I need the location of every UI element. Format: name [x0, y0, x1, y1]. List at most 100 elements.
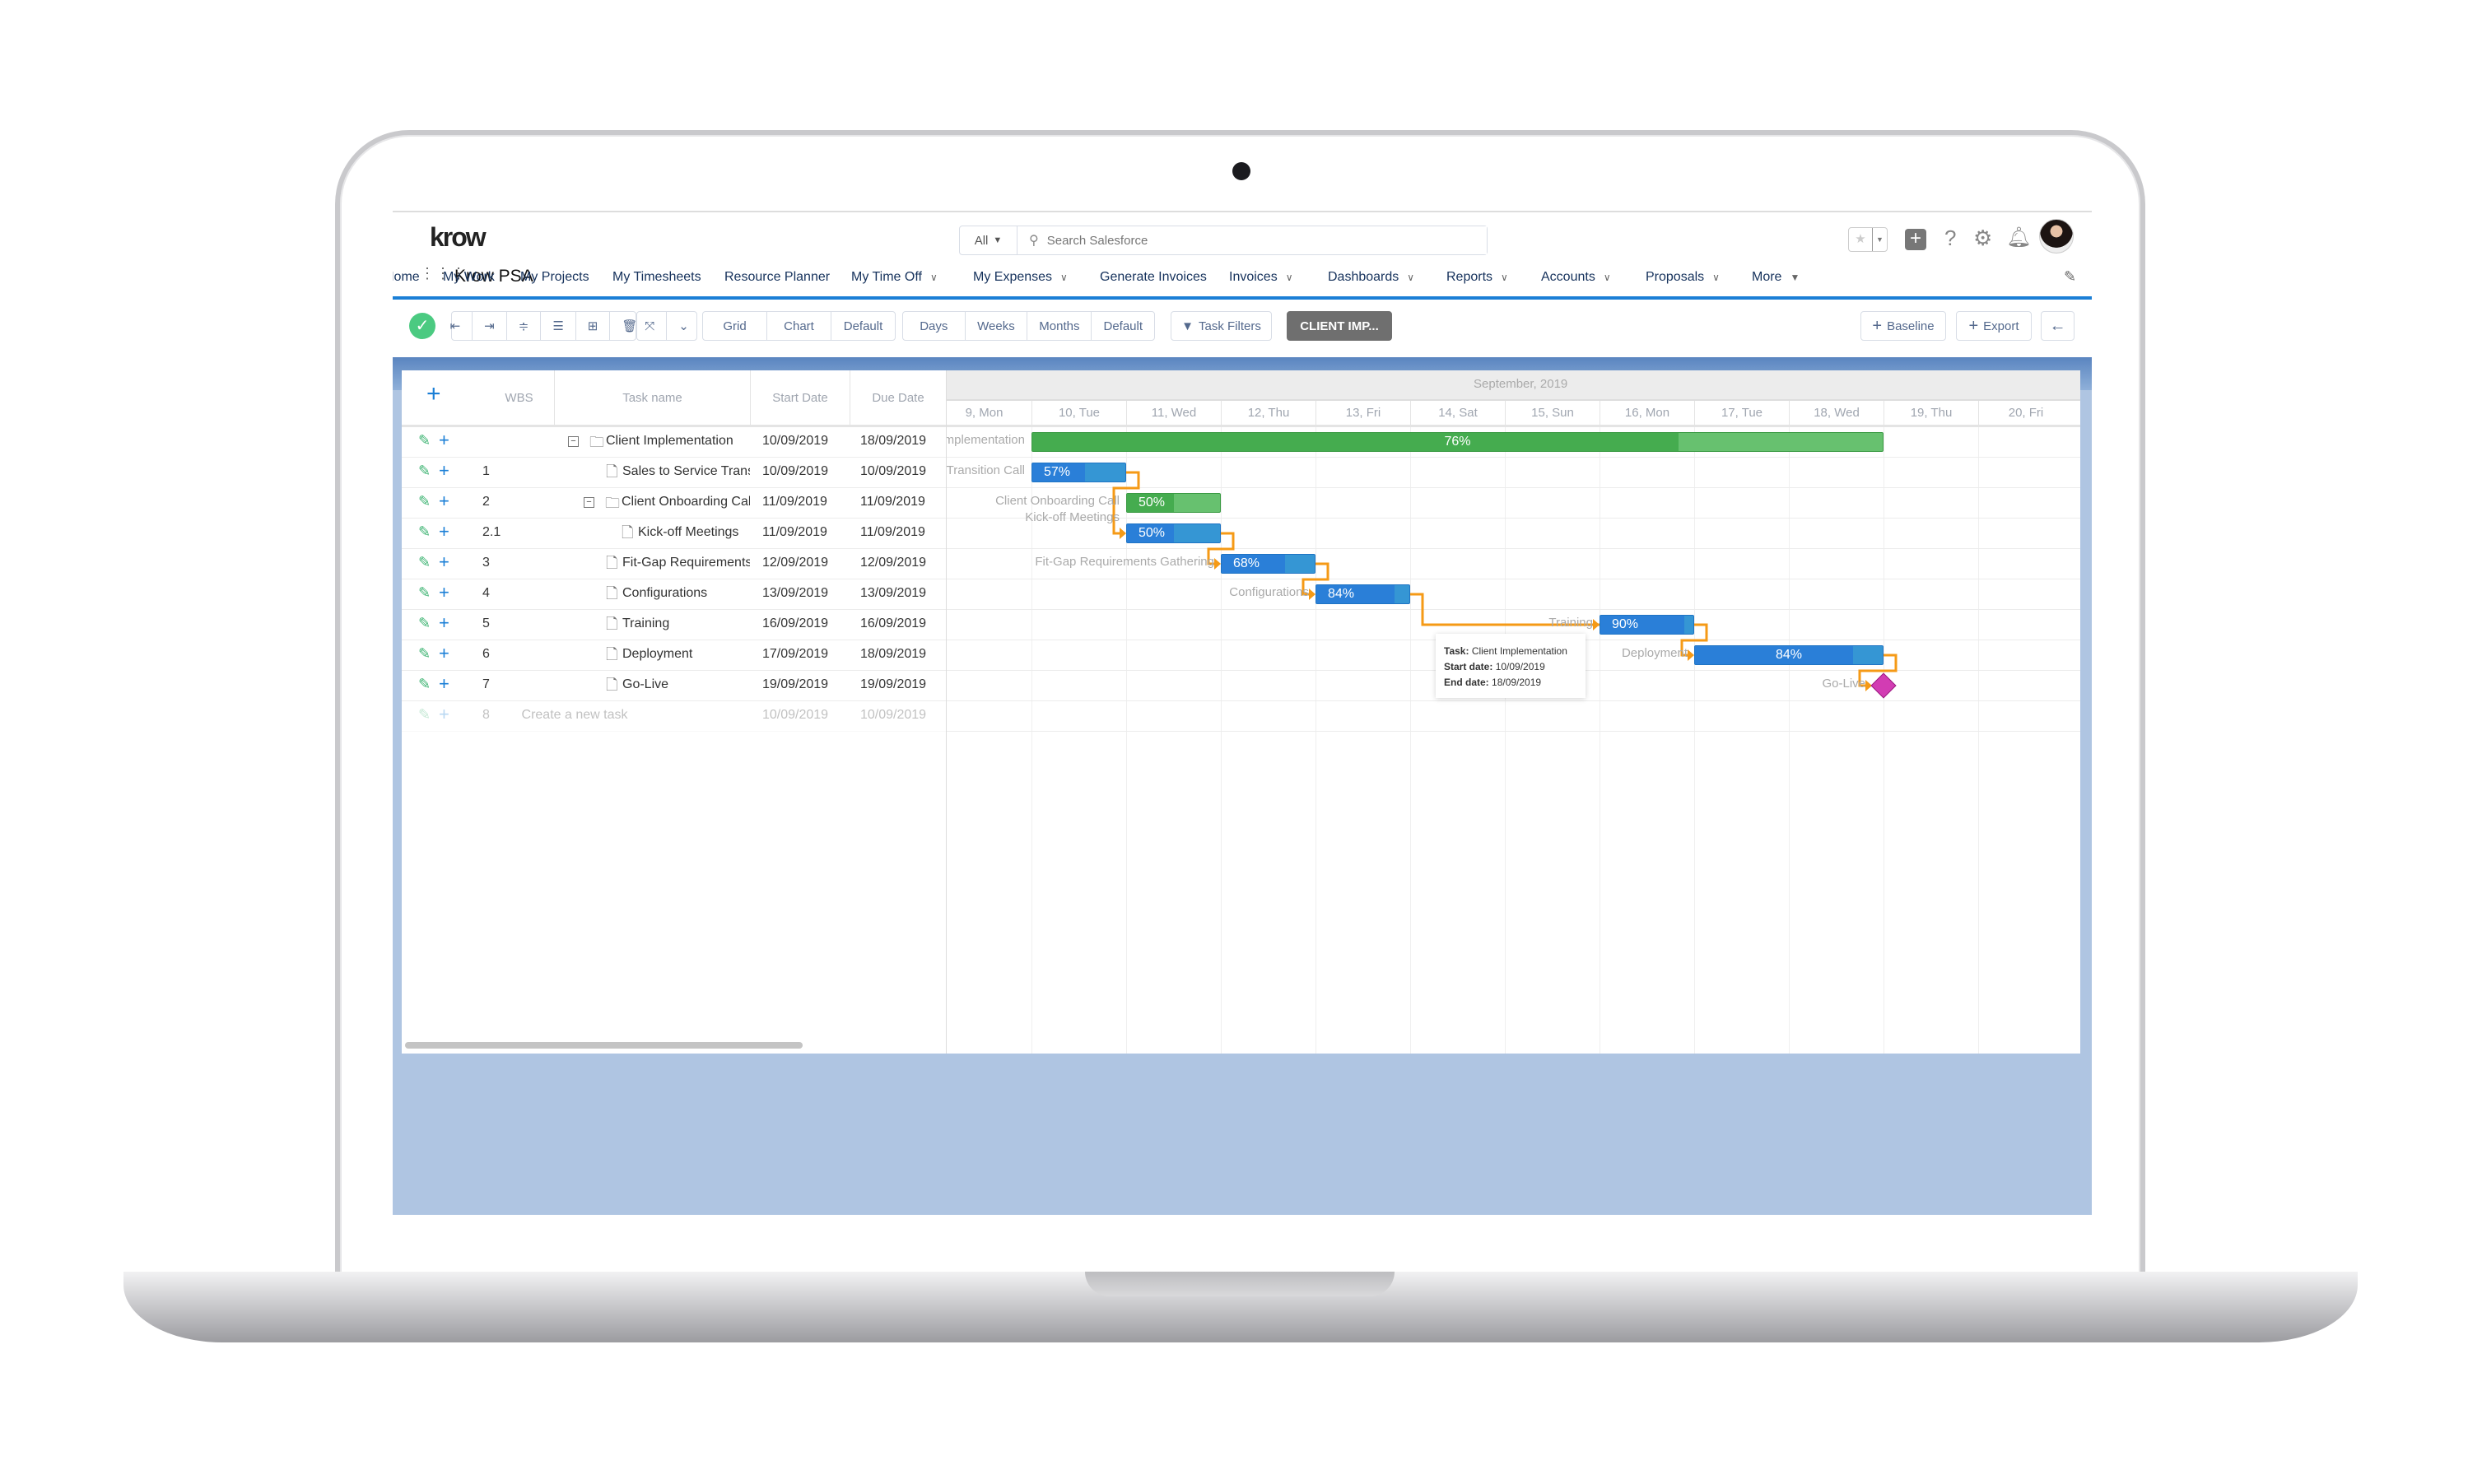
- edit-task-icon[interactable]: ✎: [418, 615, 431, 632]
- back-arrow-icon[interactable]: ←: [2041, 311, 2075, 341]
- nav-item-my-projects[interactable]: My Projects: [520, 270, 589, 285]
- due-date-cell[interactable]: 12/09/2019: [860, 556, 926, 570]
- nav-item-my-time-off[interactable]: My Time Off ∨: [851, 270, 938, 285]
- nav-item-invoices[interactable]: Invoices ∨: [1229, 270, 1293, 285]
- edit-task-icon[interactable]: ✎: [418, 584, 431, 602]
- view-grid-button[interactable]: Grid: [703, 312, 767, 340]
- nav-item-accounts[interactable]: Accounts ∨: [1541, 270, 1611, 285]
- grid-horizontal-scrollbar[interactable]: [405, 1042, 803, 1049]
- start-date-header[interactable]: Start Date: [750, 370, 850, 425]
- nav-item-reports[interactable]: Reports ∨: [1446, 270, 1508, 285]
- edit-task-icon[interactable]: ✎: [418, 493, 431, 510]
- due-date-cell[interactable]: 19/09/2019: [860, 677, 926, 692]
- start-date-cell[interactable]: 17/09/2019: [762, 647, 828, 662]
- table-row[interactable]: ✎ + − 🗀 Client Implementation 10/09/2019 18/09…: [402, 427, 946, 458]
- due-date-cell[interactable]: 11/09/2019: [860, 495, 925, 509]
- bell-icon[interactable]: 🔔︎: [2006, 226, 2031, 249]
- avatar[interactable]: [2039, 219, 2074, 254]
- task-name-cell[interactable]: Fit-Gap Requirements: [622, 556, 750, 570]
- project-selector-button[interactable]: CLIENT IMP...: [1287, 311, 1392, 341]
- baseline-button[interactable]: + Baseline: [1860, 311, 1946, 341]
- table-row[interactable]: ✎ +3 🗋 Fit-Gap Requirements 12/09/2019 12/09/…: [402, 549, 946, 579]
- nav-item-resource-planner[interactable]: Resource Planner: [724, 270, 830, 285]
- add-subtask-icon[interactable]: +: [439, 643, 449, 664]
- task-bar[interactable]: 76%: [1031, 432, 1884, 452]
- collapse-all-icon[interactable]: ⌄: [667, 312, 701, 340]
- start-date-cell[interactable]: 10/09/2019: [762, 434, 828, 449]
- search-input[interactable]: [1046, 226, 1487, 254]
- table-row[interactable]: ✎ +1 🗋 Sales to Service Transition Call 10/0…: [402, 458, 946, 488]
- tree-icon[interactable]: ⊞: [576, 312, 611, 340]
- add-subtask-icon[interactable]: +: [439, 460, 449, 481]
- table-row[interactable]: ✎ +7 🗋 Go-Live 19/09/2019 19/09/2019: [402, 671, 946, 701]
- nav-item-my-expenses[interactable]: My Expenses ∨: [973, 270, 1068, 285]
- task-name-header[interactable]: Task name: [554, 370, 750, 425]
- start-date-cell[interactable]: 10/09/2019: [762, 708, 828, 723]
- edit-task-icon[interactable]: ✎: [418, 706, 431, 723]
- indent-icon[interactable]: ⇥: [473, 312, 507, 340]
- nav-item-dashboards[interactable]: Dashboards ∨: [1328, 270, 1414, 285]
- table-row[interactable]: ✎ +8 Create a new task 10/09/2019 10/09/2019: [402, 701, 946, 732]
- task-bar[interactable]: 57%: [1031, 463, 1126, 482]
- edit-task-icon[interactable]: ✎: [418, 463, 431, 480]
- task-bar[interactable]: 68%: [1221, 554, 1315, 574]
- add-subtask-icon[interactable]: +: [439, 704, 449, 725]
- due-date-cell[interactable]: 10/09/2019: [860, 708, 926, 723]
- table-row[interactable]: ✎ +2.1 🗋 Kick-off Meetings 11/09/2019 11/09/2…: [402, 519, 946, 549]
- scale-weeks-button[interactable]: Weeks: [966, 312, 1028, 340]
- edit-task-icon[interactable]: ✎: [418, 432, 431, 449]
- view-chart-button[interactable]: Chart: [767, 312, 831, 340]
- nav-item-home[interactable]: Home: [393, 270, 420, 285]
- view-default-button[interactable]: Default: [831, 312, 895, 340]
- table-row[interactable]: ✎ +4 🗋 Configurations 13/09/2019 13/09/2019: [402, 579, 946, 610]
- start-date-cell[interactable]: 19/09/2019: [762, 677, 828, 692]
- due-date-cell[interactable]: 18/09/2019: [860, 434, 926, 449]
- table-row[interactable]: ✎ +5 🗋 Training 16/09/2019 16/09/2019: [402, 610, 946, 640]
- scale-days-button[interactable]: Days: [903, 312, 966, 340]
- edit-nav-icon[interactable]: ✎: [2064, 268, 2076, 286]
- nav-item-proposals[interactable]: Proposals ∨: [1646, 270, 1720, 285]
- task-bar[interactable]: 50%: [1126, 493, 1221, 513]
- table-row[interactable]: ✎ +2 − 🗀 Client Onboarding Call 11/09/2019 11/…: [402, 488, 946, 519]
- task-name-cell[interactable]: Go-Live: [622, 677, 750, 692]
- task-name-cell[interactable]: Configurations: [622, 586, 750, 601]
- start-date-cell[interactable]: 11/09/2019: [762, 525, 827, 540]
- task-bar[interactable]: 84%: [1694, 645, 1884, 665]
- edit-task-icon[interactable]: ✎: [418, 676, 431, 693]
- start-date-cell[interactable]: 13/09/2019: [762, 586, 828, 601]
- due-date-cell[interactable]: 16/09/2019: [860, 616, 926, 631]
- due-date-header[interactable]: Due Date: [850, 370, 946, 425]
- add-task-icon[interactable]: +: [426, 380, 441, 408]
- due-date-cell[interactable]: 13/09/2019: [860, 586, 926, 601]
- task-name-cell[interactable]: Kick-off Meetings: [638, 525, 750, 540]
- table-row[interactable]: ✎ +6 🗋 Deployment 17/09/2019 18/09/2019: [402, 640, 946, 671]
- nav-item-my-timesheets[interactable]: My Timesheets: [612, 270, 701, 285]
- export-button[interactable]: + Export: [1956, 311, 2032, 341]
- scale-months-button[interactable]: Months: [1027, 312, 1092, 340]
- gear-icon[interactable]: ⚙: [1973, 226, 1992, 251]
- add-subtask-icon[interactable]: +: [439, 551, 449, 573]
- task-name-cell[interactable]: Client Onboarding Call: [622, 495, 750, 509]
- outdent-icon[interactable]: ⇤: [439, 312, 473, 340]
- task-bar[interactable]: 84%: [1315, 584, 1410, 604]
- task-name-cell[interactable]: Create a new task: [501, 708, 649, 723]
- fullscreen-icon[interactable]: ⤧: [633, 312, 668, 340]
- add-subtask-icon[interactable]: +: [439, 491, 449, 512]
- search-scope-select[interactable]: All ▼: [960, 226, 1017, 254]
- task-name-cell[interactable]: Sales to Service Transition Call: [622, 464, 750, 479]
- align-icon[interactable]: ☰: [541, 312, 576, 340]
- add-subtask-icon[interactable]: +: [439, 430, 449, 451]
- check-icon[interactable]: ✓: [409, 313, 435, 339]
- global-add-icon[interactable]: +: [1905, 229, 1926, 250]
- task-name-cell[interactable]: Client Implementation: [606, 434, 750, 449]
- start-date-cell[interactable]: 10/09/2019: [762, 464, 828, 479]
- due-date-cell[interactable]: 18/09/2019: [860, 647, 926, 662]
- edit-task-icon[interactable]: ✎: [418, 523, 431, 541]
- add-subtask-icon[interactable]: +: [439, 673, 449, 695]
- task-name-cell[interactable]: Training: [622, 616, 750, 631]
- collapse-toggle-icon[interactable]: −: [584, 497, 594, 508]
- edit-task-icon[interactable]: ✎: [418, 554, 431, 571]
- nav-item-my-work[interactable]: My Work: [443, 270, 495, 285]
- start-date-cell[interactable]: 12/09/2019: [762, 556, 828, 570]
- task-bar[interactable]: 50%: [1126, 523, 1221, 543]
